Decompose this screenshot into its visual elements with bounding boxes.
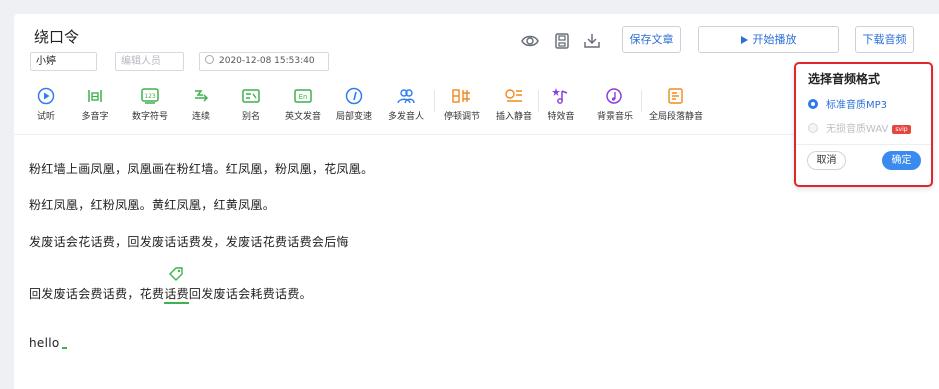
content-text: 回发废话会耗费话费。 [188,287,312,301]
tool-label: 英文发音 [284,112,321,122]
content-line-4[interactable]: 回发废话会费话费，花费话费回发废话会耗费话费。 [29,285,312,302]
toolbar-separator [538,90,539,112]
svg-text:123: 123 [144,93,156,100]
content-text: hello [29,336,60,350]
play-icon [740,36,748,44]
radio-disabled [808,123,818,133]
content-line-1[interactable]: 粉红墙上画凤凰，凤凰画在粉红墙。红凤凰，粉凤凰，花凤凰。 [29,160,373,177]
polyphone-icon [88,90,102,102]
number-symbol-icon: 123 [141,88,159,104]
confirm-button[interactable]: 确定 [882,151,921,170]
date-field: 2020-12-08 15:53:40 [199,52,329,71]
continuous-icon [195,90,209,102]
option-mp3-label: 标准音质MP3 [826,100,888,111]
content-text: 回发废话会费话费，花费 [29,287,165,301]
insert-silence-icon [505,89,522,102]
tool-label: 局部变速 [335,112,372,122]
tool-label: 背景音乐 [596,112,633,122]
multi-speaker-icon [397,89,415,104]
popup-divider [796,144,931,145]
content-line-3[interactable]: 发废话会花话费，回发废话话费发，发废话花费话费会后悔 [29,233,349,250]
tool-polyphone[interactable]: 多音字 [78,87,112,122]
sound-effect-icon [552,88,568,104]
clock-icon [205,55,214,64]
toolbar-separator [434,90,435,112]
tool-label: 插入静音 [495,112,532,122]
tool-audition[interactable]: 试听 [32,87,60,122]
tool-pause-adjust[interactable]: 停顿调节 [441,87,483,122]
pause-adjust-icon [452,89,470,103]
speaker-field[interactable]: 小婷 [30,52,97,71]
option-wav-label: 无损音质WAV [826,124,889,135]
paragraph-silence-icon [668,88,683,104]
tool-speed[interactable]: 局部变速 [333,87,375,122]
preview-eye-icon[interactable] [520,31,540,51]
tool-sound-effect[interactable]: 特效音 [545,87,577,122]
tool-paragraph-silence[interactable]: 全局段落静音 [647,87,705,122]
toolbar-separator [641,90,642,112]
save-disk-icon[interactable] [552,31,572,51]
option-mp3[interactable]: 标准音质MP3 [808,96,887,111]
download-icon[interactable] [582,31,602,51]
cancel-button[interactable]: 取消 [807,151,846,170]
tool-alias[interactable]: 别名 [238,87,264,122]
tool-continuous[interactable]: 连续 [188,87,214,122]
editor-field[interactable]: 编辑人员 [115,52,184,71]
highlighted-word[interactable]: 话费 [164,287,189,301]
start-play-button[interactable]: 开始播放 [698,26,839,53]
tool-label: 停顿调节 [443,112,480,122]
option-wav: 无损音质WAV svip [808,120,911,135]
download-audio-button[interactable]: 下载音频 [855,26,914,53]
save-article-button[interactable]: 保存文章 [622,26,681,53]
alias-icon [242,89,260,103]
tool-label: 数字符号 [131,112,168,122]
svg-text:En: En [299,93,308,101]
background-music-icon [606,88,622,104]
tool-english-pronounce[interactable]: En 英文发音 [283,87,323,122]
content-line-2[interactable]: 粉红凤凰，红粉凤凰。黄红凤凰，红黄凤凰。 [29,196,275,213]
tool-number-symbol[interactable]: 123 数字符号 [128,87,172,122]
play-circle-icon [37,87,55,105]
tool-insert-silence[interactable]: 插入静音 [493,87,535,122]
content-line-5[interactable]: hello [29,336,67,350]
tool-label: 别名 [241,112,260,122]
tool-label: 试听 [36,112,55,122]
tool-label: 全局段落静音 [648,112,703,122]
english-pronounce-icon: En [294,89,312,103]
tool-multi-speaker[interactable]: 多发音人 [385,87,427,122]
tool-label: 连续 [191,112,210,122]
toolbar: 试听 多音字 123 数字符号 连续 别名 En 英文发音 局部变速 多发音人 [14,87,794,133]
toolbar-divider [14,134,794,135]
start-play-label: 开始播放 [752,33,797,46]
tool-label: 多音字 [81,112,109,122]
text-cursor [61,347,67,349]
radio-selected[interactable] [808,99,818,109]
speed-icon [345,87,363,105]
svip-badge: svip [892,125,911,134]
audio-format-popup: 选择音频格式 标准音质MP3 无损音质WAV svip 取消 确定 [794,62,933,187]
date-value: 2020-12-08 15:53:40 [219,56,315,66]
article-title[interactable]: 绕口令 [34,26,79,47]
popup-title: 选择音频格式 [808,72,881,86]
tool-label: 特效音 [547,112,575,122]
tag-icon[interactable] [168,266,184,282]
tool-background-music[interactable]: 背景音乐 [594,87,636,122]
tool-label: 多发音人 [387,112,424,122]
